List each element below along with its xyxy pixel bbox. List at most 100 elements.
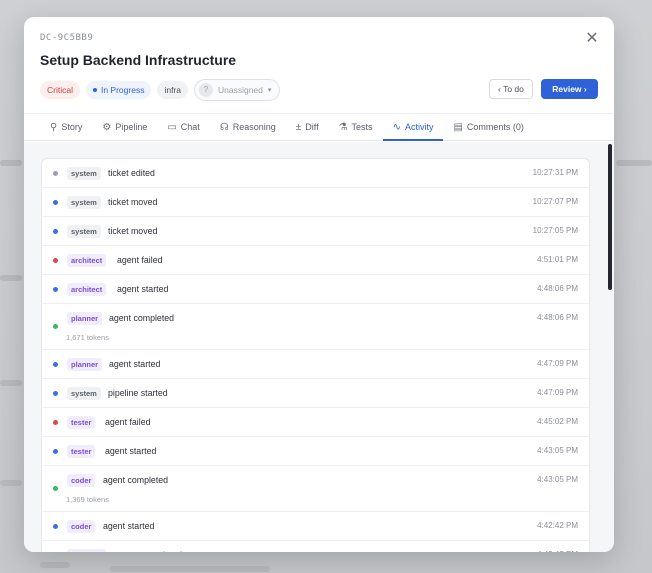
event-time: 4:47:09 PM bbox=[537, 359, 578, 368]
tab-label: Story bbox=[61, 122, 83, 132]
priority-badge: Critical bbox=[40, 81, 80, 99]
event-text: agent started bbox=[117, 284, 169, 294]
comment-icon: ▤ bbox=[453, 121, 463, 133]
activity-row: system ticket moved 10:27:07 PM bbox=[42, 188, 589, 217]
backdrop-line bbox=[0, 160, 22, 166]
move-to-todo-button[interactable]: ‹ To do bbox=[489, 79, 533, 99]
event-time: 4:48:06 PM bbox=[537, 284, 578, 293]
status-dot bbox=[53, 391, 58, 396]
scrollbar[interactable] bbox=[608, 144, 612, 290]
event-text: agent failed bbox=[105, 417, 151, 427]
status-dot bbox=[53, 324, 58, 329]
tab-label: Activity bbox=[404, 122, 434, 132]
assignee-select[interactable]: ? Unassigned ▾ bbox=[194, 79, 281, 101]
activity-row: coder agent completed 4:43:05 PM 1,369 toke… bbox=[42, 466, 589, 512]
event-time: 4:42:42 PM bbox=[537, 521, 578, 530]
tab-label: Tests bbox=[351, 122, 373, 132]
actor-badge: system bbox=[67, 225, 101, 238]
activity-row: planner agent completed 4:48:06 PM 1,671 to… bbox=[42, 304, 589, 350]
diff-icon: ± bbox=[295, 121, 302, 133]
actor-badge: planner bbox=[67, 358, 103, 371]
actor-badge: architect bbox=[67, 254, 107, 267]
event-time: 10:27:31 PM bbox=[532, 168, 578, 177]
tab-diff[interactable]: ± Diff bbox=[286, 114, 329, 140]
activity-icon: ∿ bbox=[392, 121, 401, 133]
token-count: 1,671 tokens bbox=[66, 333, 109, 342]
token-count: 1,369 tokens bbox=[66, 495, 109, 504]
actor-badge: architect bbox=[67, 283, 107, 296]
event-text: agent failed bbox=[117, 255, 163, 265]
tab-activity[interactable]: ∿ Activity bbox=[382, 114, 444, 141]
status-dot bbox=[53, 486, 58, 491]
tab-label: Reasoning bbox=[232, 122, 276, 132]
move-to-review-button[interactable]: Review › bbox=[541, 79, 598, 99]
backdrop-line bbox=[616, 160, 652, 166]
tab-tests[interactable]: ⚗ Tests bbox=[329, 114, 383, 140]
activity-row: system ticket moved 10:27:05 PM bbox=[42, 217, 589, 246]
tab-chat[interactable]: ▭ Chat bbox=[157, 114, 209, 140]
reasoning-icon: ☊ bbox=[219, 121, 229, 133]
backdrop-line bbox=[110, 566, 270, 572]
status-dot bbox=[53, 200, 58, 205]
activity-row: planner agent started 4:47:09 PM bbox=[42, 350, 589, 379]
status-badge: In Progress bbox=[85, 81, 152, 99]
event-text: ticket edited bbox=[108, 168, 155, 178]
tab-comments[interactable]: ▤ Comments (0) bbox=[443, 114, 533, 140]
actor-badge: tester bbox=[67, 445, 96, 458]
event-text: agent completed bbox=[117, 550, 182, 552]
assignee-label: Unassigned bbox=[218, 85, 263, 95]
activity-row: architect agent started 4:48:06 PM bbox=[42, 275, 589, 304]
person-icon: ⚲ bbox=[50, 121, 58, 133]
actor-badge: planner bbox=[67, 312, 103, 325]
activity-panel[interactable]: system ticket edited 10:27:31 PM system tick… bbox=[24, 142, 614, 552]
activity-row: coder agent started 4:42:42 PM bbox=[42, 512, 589, 541]
event-time: 4:42:42 PM bbox=[537, 550, 578, 552]
activity-row: system pipeline started 4:47:09 PM bbox=[42, 379, 589, 408]
backdrop-line bbox=[0, 480, 22, 486]
event-time: 4:45:02 PM bbox=[537, 417, 578, 426]
actor-badge: system bbox=[67, 196, 101, 209]
event-time: 4:48:06 PM bbox=[537, 313, 578, 322]
status-dot bbox=[53, 171, 58, 176]
chevron-left-icon: ‹ bbox=[498, 84, 501, 94]
todo-label: To do bbox=[503, 84, 524, 94]
actor-badge: tester bbox=[67, 416, 96, 429]
ticket-modal: DC-9C5BB9 ✕ Setup Backend Infrastructure… bbox=[24, 17, 614, 552]
tab-label: Chat bbox=[180, 122, 200, 132]
activity-list: system ticket edited 10:27:31 PM system tick… bbox=[41, 158, 590, 552]
backdrop-line bbox=[0, 380, 22, 386]
tab-story[interactable]: ⚲ Story bbox=[40, 114, 92, 140]
event-time: 4:51:01 PM bbox=[537, 255, 578, 264]
pipeline-icon: ⚙ bbox=[102, 121, 112, 133]
close-icon[interactable]: ✕ bbox=[584, 31, 600, 47]
event-text: agent completed bbox=[103, 475, 169, 485]
event-text: ticket moved bbox=[108, 197, 158, 207]
event-text: agent started bbox=[103, 521, 155, 531]
backdrop-line bbox=[0, 275, 22, 281]
event-text: pipeline started bbox=[108, 388, 168, 398]
activity-row: architect agent completed 4:42:42 PM bbox=[42, 541, 589, 552]
actor-badge: coder bbox=[67, 520, 96, 533]
event-text: ticket moved bbox=[108, 226, 158, 236]
event-time: 4:43:05 PM bbox=[537, 475, 578, 484]
chevron-down-icon: ▾ bbox=[267, 87, 272, 94]
flask-icon: ⚗ bbox=[338, 121, 348, 133]
status-dot bbox=[53, 362, 58, 367]
tab-reasoning[interactable]: ☊ Reasoning bbox=[210, 114, 286, 140]
status-dot bbox=[53, 524, 58, 529]
tab-label: Diff bbox=[305, 122, 319, 132]
activity-row: architect agent failed 4:51:01 PM bbox=[42, 246, 589, 275]
tab-label: Comments (0) bbox=[466, 122, 524, 132]
event-time: 10:27:05 PM bbox=[532, 226, 578, 235]
tab-pipeline[interactable]: ⚙ Pipeline bbox=[92, 114, 157, 140]
chevron-right-icon: › bbox=[583, 84, 587, 94]
label-badge: infra bbox=[157, 81, 188, 99]
activity-row: tester agent started 4:43:05 PM bbox=[42, 437, 589, 466]
event-time: 10:27:07 PM bbox=[532, 197, 578, 206]
event-text: agent started bbox=[105, 446, 157, 456]
review-label: Review bbox=[552, 84, 582, 94]
event-text: agent completed bbox=[109, 313, 175, 323]
status-dot bbox=[53, 287, 58, 292]
status-dot bbox=[53, 420, 58, 425]
tab-label: Pipeline bbox=[115, 122, 148, 132]
